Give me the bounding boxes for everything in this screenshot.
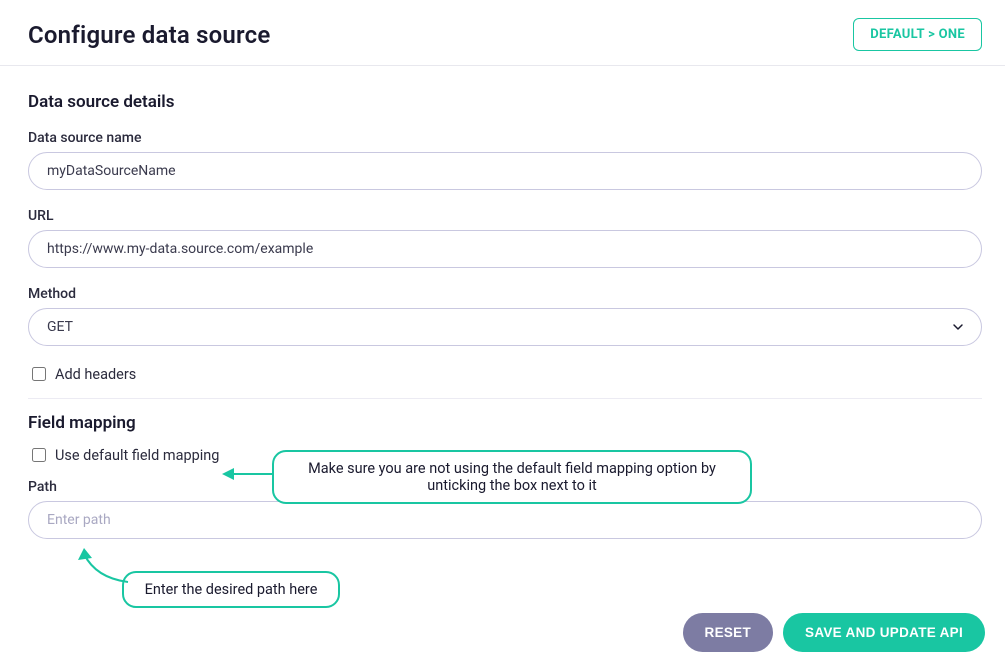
label-data-source-name: Data source name bbox=[28, 130, 982, 146]
url-input[interactable] bbox=[28, 230, 982, 268]
add-headers-checkbox[interactable] bbox=[32, 367, 46, 381]
add-headers-checkbox-row[interactable]: Add headers bbox=[28, 364, 982, 384]
save-and-update-api-button[interactable]: SAVE AND UPDATE API bbox=[783, 613, 985, 652]
arrow-curve-icon bbox=[78, 548, 138, 588]
add-headers-label: Add headers bbox=[55, 366, 136, 383]
configure-data-source-panel: Configure data source DEFAULT > ONE Data… bbox=[0, 0, 1005, 666]
use-default-mapping-label: Use default field mapping bbox=[55, 447, 219, 464]
method-select[interactable] bbox=[28, 308, 982, 346]
path-input[interactable] bbox=[28, 501, 982, 539]
field-group-method: Method bbox=[28, 286, 982, 346]
divider bbox=[28, 398, 982, 399]
annotation-callout-mapping: Make sure you are not using the default … bbox=[272, 450, 752, 504]
footer: RESET SAVE AND UPDATE API bbox=[683, 613, 985, 652]
header: Configure data source DEFAULT > ONE bbox=[0, 0, 1005, 66]
use-default-mapping-checkbox[interactable] bbox=[32, 448, 46, 462]
label-method: Method bbox=[28, 286, 982, 302]
label-url: URL bbox=[28, 208, 982, 224]
arrow-left-icon bbox=[222, 466, 274, 486]
section-heading-mapping: Field mapping bbox=[28, 413, 982, 433]
data-source-name-input[interactable] bbox=[28, 152, 982, 190]
annotation-callout-path: Enter the desired path here bbox=[122, 571, 340, 608]
section-heading-details: Data source details bbox=[28, 92, 982, 112]
field-group-name: Data source name bbox=[28, 130, 982, 190]
breadcrumb[interactable]: DEFAULT > ONE bbox=[853, 18, 982, 51]
page-title: Configure data source bbox=[28, 21, 270, 49]
reset-button[interactable]: RESET bbox=[683, 613, 774, 652]
field-group-url: URL bbox=[28, 208, 982, 268]
